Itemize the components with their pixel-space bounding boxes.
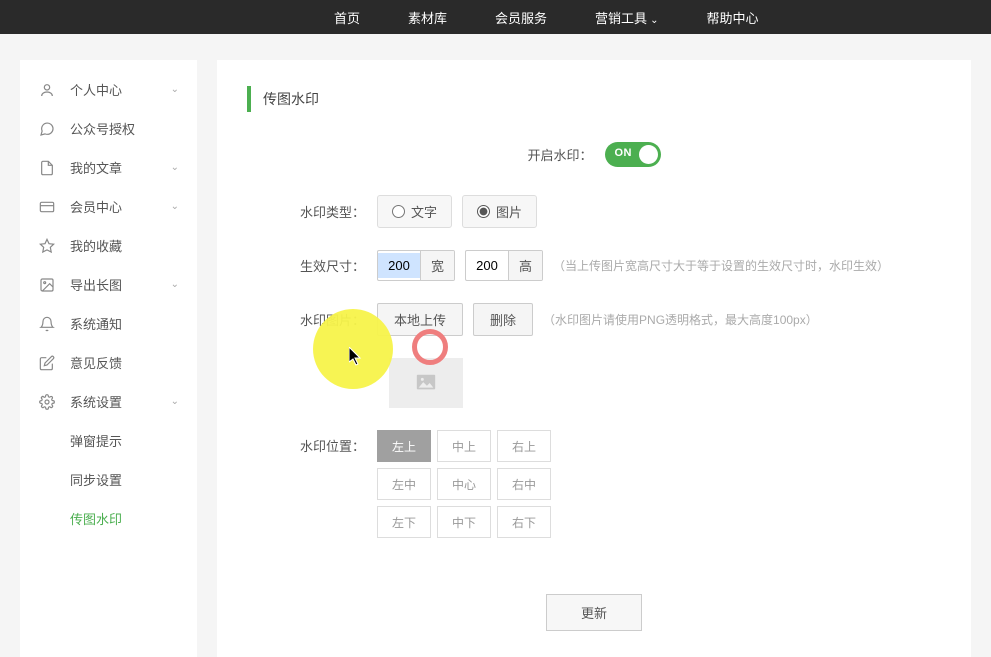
nav-member[interactable]: 会员服务 [491,0,551,35]
nav-help[interactable]: 帮助中心 [702,0,762,35]
chevron-down-icon: ⌄ [171,162,179,173]
pos-bot-left[interactable]: 左下 [377,506,431,538]
sidebar-item-label: 系统通知 [70,314,122,333]
chevron-down-icon: ⌄ [171,84,179,95]
sidebar-sub-watermark[interactable]: 传图水印 [20,499,197,538]
top-nav: 首页 素材库 会员服务 营销工具⌄ 帮助中心 [0,0,991,34]
nav-marketing[interactable]: 营销工具⌄ [591,0,662,35]
pos-top-left[interactable]: 左上 [377,430,431,462]
pos-label: 水印位置： [247,430,377,455]
chevron-down-icon: ⌄ [650,15,658,26]
sidebar-item-articles[interactable]: 我的文章 ⌄ [20,148,197,187]
position-grid: 左上 中上 右上 左中 中心 右中 左下 中下 右下 [377,430,551,538]
sidebar-item-feedback[interactable]: 意见反馈 [20,343,197,382]
delete-button[interactable]: 删除 [473,303,533,336]
watermark-toggle[interactable]: ON [605,142,661,167]
radio-image[interactable]: 图片 [462,195,537,228]
sidebar: 个人中心 ⌄ 公众号授权 我的文章 ⌄ 会员中心 ⌄ 我的收藏 导出长图 ⌄ [20,60,197,657]
sidebar-item-wechat-auth[interactable]: 公众号授权 [20,109,197,148]
sidebar-item-label: 导出长图 [70,275,122,294]
image-icon [38,276,56,294]
sidebar-item-label: 系统设置 [70,392,122,411]
pos-top-right[interactable]: 右上 [497,430,551,462]
sidebar-item-favorites[interactable]: 我的收藏 [20,226,197,265]
pos-mid-right[interactable]: 右中 [497,468,551,500]
bell-icon [38,315,56,333]
sidebar-item-label: 会员中心 [70,197,122,216]
highlight-red-ring [412,329,448,365]
nav-library[interactable]: 素材库 [404,0,451,35]
update-button[interactable]: 更新 [546,594,642,631]
star-icon [38,237,56,255]
sidebar-item-label: 公众号授权 [70,119,135,138]
sidebar-item-label: 我的收藏 [70,236,122,255]
sidebar-sub-sync[interactable]: 同步设置 [20,460,197,499]
sidebar-item-notifications[interactable]: 系统通知 [20,304,197,343]
sidebar-item-profile[interactable]: 个人中心 ⌄ [20,70,197,109]
type-label: 水印类型： [247,202,377,221]
gear-icon [38,393,56,411]
nav-home[interactable]: 首页 [330,0,364,35]
chevron-down-icon: ⌄ [171,201,179,212]
card-icon [38,198,56,216]
width-suffix: 宽 [420,251,454,280]
sidebar-item-export[interactable]: 导出长图 ⌄ [20,265,197,304]
pos-mid-left[interactable]: 左中 [377,468,431,500]
cursor-icon [349,347,365,370]
toggle-label: 开启水印： [527,145,592,164]
radio-image-input[interactable] [477,205,490,218]
sidebar-item-settings[interactable]: 系统设置 ⌄ [20,382,197,421]
radio-text[interactable]: 文字 [377,195,452,228]
main-panel: 传图水印 开启水印： ON 水印类型： 文字 [217,60,971,657]
chevron-down-icon: ⌄ [171,396,179,407]
pos-bot-center[interactable]: 中下 [437,506,491,538]
width-input[interactable] [378,253,420,278]
size-label: 生效尺寸： [247,256,377,275]
file-icon [38,159,56,177]
height-input[interactable] [466,253,508,278]
sidebar-item-label: 我的文章 [70,158,122,177]
height-suffix: 高 [508,251,542,280]
chevron-down-icon: ⌄ [171,279,179,290]
sidebar-item-label: 个人中心 [70,80,122,99]
chat-icon [38,120,56,138]
pos-mid-center[interactable]: 中心 [437,468,491,500]
user-icon [38,81,56,99]
image-preview [389,358,463,408]
pos-bot-right[interactable]: 右下 [497,506,551,538]
page-title: 传图水印 [247,86,941,112]
switch-knob [639,145,658,164]
switch-text: ON [615,147,633,159]
radio-text-input[interactable] [392,205,405,218]
sidebar-item-label: 意见反馈 [70,353,122,372]
size-hint: （当上传图片宽高尺寸大于等于设置的生效尺寸时，水印生效） [553,257,889,274]
pos-top-center[interactable]: 中上 [437,430,491,462]
imgfile-hint: （水印图片请使用PNG透明格式，最大高度100px） [543,311,818,328]
sidebar-sub-popup[interactable]: 弹窗提示 [20,421,197,460]
edit-icon [38,354,56,372]
sidebar-item-membership[interactable]: 会员中心 ⌄ [20,187,197,226]
